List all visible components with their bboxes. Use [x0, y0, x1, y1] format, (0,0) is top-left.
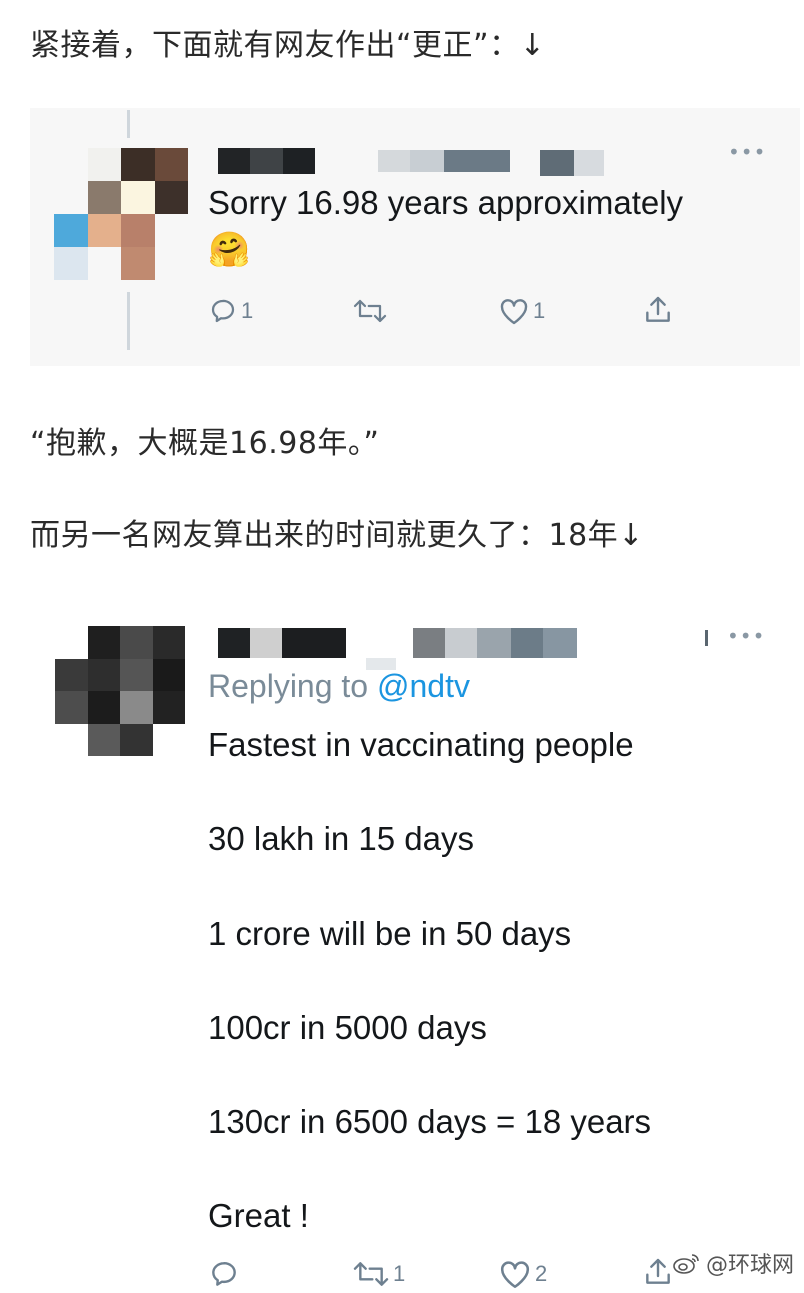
like-button-2[interactable]: 2 — [498, 1258, 547, 1290]
article-translation-text: “抱歉，大概是16.98年。” — [30, 426, 380, 461]
reply-button-2[interactable] — [208, 1258, 243, 1290]
thread-line-top — [127, 110, 130, 138]
like-count: 1 — [533, 298, 546, 323]
retweet-icon — [353, 299, 387, 323]
reply-icon — [212, 1262, 236, 1286]
like-count-2: 2 — [535, 1261, 548, 1286]
retweet-count-2: 1 — [393, 1261, 406, 1286]
more-horizontal-icon-2[interactable]: ••• — [727, 626, 765, 646]
replying-to-label: Replying to @ndtv — [208, 668, 470, 705]
watermark-text: @环球网 — [705, 1253, 794, 1278]
hugging-face-emoji: 🤗 — [208, 231, 251, 269]
article-second-intro-text: 而另一名网友算出来的时间就更久了：18年↓ — [30, 518, 644, 553]
retweet-button[interactable] — [352, 296, 391, 326]
share-icon — [646, 296, 670, 322]
tweet-2-line-4: 100cr in 5000 days — [208, 1009, 487, 1046]
heart-icon — [500, 299, 528, 325]
watermark: @环球网 — [672, 1247, 794, 1279]
tweet-2-line-3: 1 crore will be in 50 days — [208, 915, 572, 952]
tweet-2-line-2: 30 lakh in 15 days — [208, 820, 475, 857]
mention-link-ndtv[interactable]: @ndtv — [377, 668, 470, 704]
share-button-2[interactable] — [642, 1256, 674, 1288]
tweet-1-text: Sorry 16.98 years approximately — [208, 184, 684, 221]
avatar-pixelated-2[interactable] — [55, 626, 185, 756]
retweet-icon — [353, 1262, 389, 1286]
article-intro-text: 紧接着，下面就有网友作出“更正”：↓ — [30, 28, 546, 63]
handle-redacted[interactable] — [378, 150, 604, 176]
username-redacted[interactable] — [218, 148, 315, 174]
tweet-2-line-6: Great ! — [208, 1197, 309, 1234]
avatar-pixelated[interactable] — [54, 148, 188, 280]
reply-icon — [211, 299, 235, 323]
reply-button[interactable]: 1 — [208, 296, 253, 326]
tweet-card-1[interactable]: ••• Sorry 16.98 years approximately 🤗 1 … — [30, 108, 800, 366]
tweet-2-line-1: Fastest in vaccinating people — [208, 726, 634, 763]
more-horizontal-icon[interactable]: ••• — [728, 142, 766, 162]
like-button[interactable]: 1 — [498, 296, 545, 326]
thread-line-bottom — [127, 292, 130, 350]
share-button[interactable] — [642, 294, 674, 326]
weibo-icon — [673, 1254, 699, 1274]
share-icon — [646, 1258, 670, 1284]
tweet-2-line-5: 130cr in 6500 days = 18 years — [208, 1103, 652, 1140]
handle-redacted-2[interactable] — [413, 628, 577, 658]
heart-icon — [500, 1261, 530, 1289]
thread-mark — [705, 630, 708, 646]
reply-count: 1 — [241, 298, 254, 323]
replying-to-prefix: Replying to — [208, 668, 377, 704]
retweet-button-2[interactable]: 1 — [352, 1258, 405, 1290]
username-redacted-2[interactable] — [218, 628, 396, 670]
